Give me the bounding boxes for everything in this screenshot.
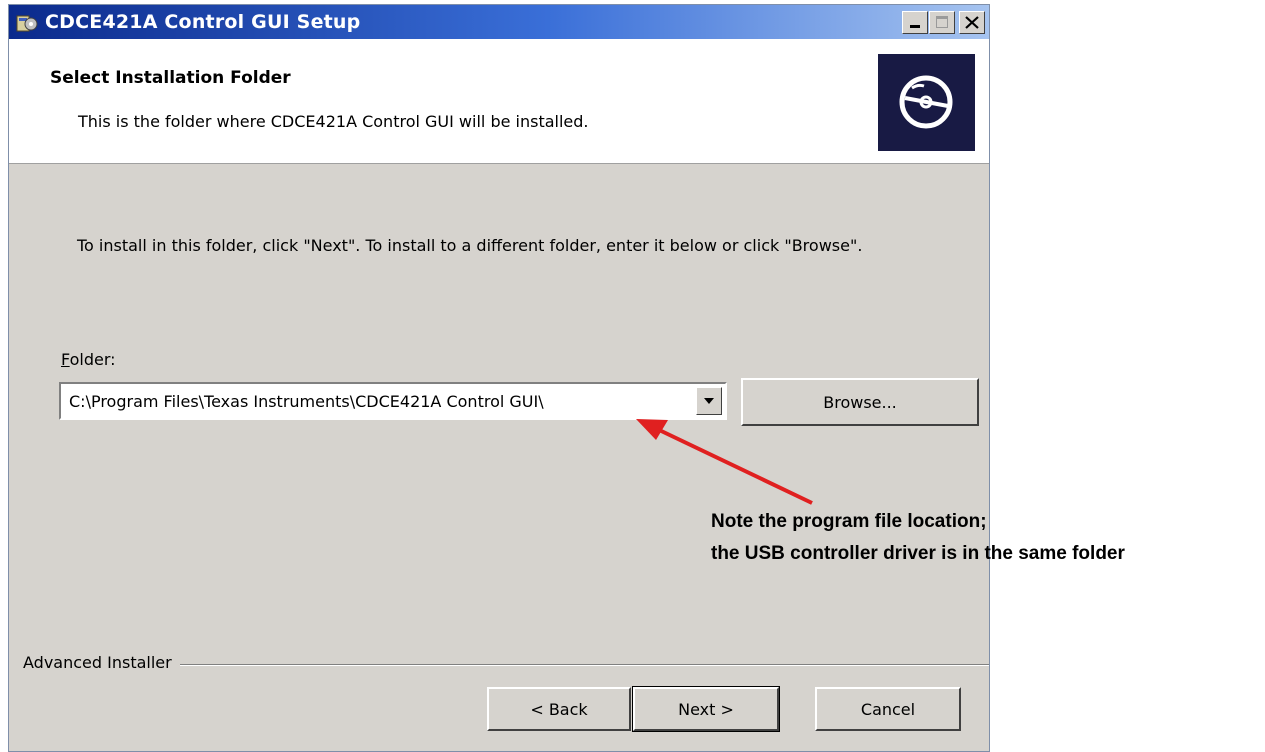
annotation-arrow — [636, 419, 813, 505]
annotation-note: Note the program file location; the USB … — [711, 506, 1125, 570]
annotation-line-2: the USB controller driver is in the same… — [711, 543, 1125, 564]
annotation-line-1: Note the program file location; — [711, 511, 987, 532]
